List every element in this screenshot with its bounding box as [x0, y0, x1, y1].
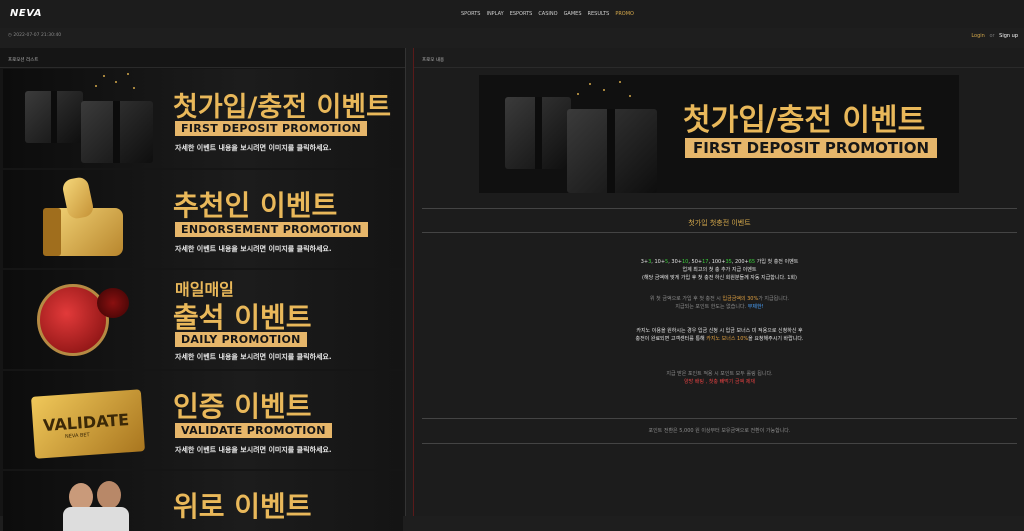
divider — [422, 232, 1017, 233]
promo-paragraph-2: 위 첫 금액으로 가입 후 첫 충전 시 입금금액의 30%가 지급됩니다. 지… — [649, 296, 790, 310]
banner-note: 자세한 이벤트 내용을 보시려면 이미지를 클릭하세요. — [175, 353, 332, 361]
nav-casino[interactable]: CASINO — [538, 11, 557, 17]
login-link[interactable]: Login — [971, 33, 985, 39]
clock: ◷ 2022-07-07 21:30:40 — [8, 33, 61, 38]
promo-banner-first-deposit[interactable]: 첫가입/충전 이벤트 FIRST DEPOSIT PROMOTION 자세한 이… — [3, 69, 403, 168]
auth-links: Login or Sign up — [971, 33, 1018, 39]
divider — [422, 443, 1017, 444]
p1-line2: 업계 최고의 첫 충 추가 지급 이벤트 — [682, 267, 757, 273]
rates-line: 3+3, 10+5, 30+10, 50+17, 100+35, 200+65 … — [640, 259, 799, 265]
banner-subtitle: DAILY PROMOTION — [175, 332, 307, 347]
banner-title: 인증 이벤트 — [173, 390, 312, 423]
divider — [422, 418, 1017, 419]
detail-banner-subtitle: FIRST DEPOSIT PROMOTION — [685, 138, 938, 158]
nav-results[interactable]: RESULTS — [588, 11, 610, 17]
promotion-detail-panel: 프로모 내용 첫가입/충전 이벤트 FIRST DEPOSIT PROMOTIO… — [413, 48, 1024, 516]
banner-note: 자세한 이벤트 내용을 보시려면 이미지를 클릭하세요. — [175, 446, 332, 454]
promotion-detail-title: 프로모 내용 — [414, 48, 1024, 68]
nav-esports[interactable]: ESPORTS — [510, 11, 533, 17]
promotion-list-panel: 프로모션 리스트 첫가입/충전 이벤트 FIRST DEPOSIT PROMOT… — [0, 48, 406, 531]
promo-banner-daily[interactable]: 매일매일 출석 이벤트 DAILY PROMOTION 자세한 이벤트 내용을 … — [3, 270, 403, 369]
detail-heading: 첫가입 첫충전 이벤트 — [688, 219, 751, 227]
or-text: or — [989, 33, 995, 39]
site-logo[interactable]: NEVA — [10, 8, 42, 19]
banner-subtitle: ENDORSEMENT PROMOTION — [175, 222, 368, 237]
nav-sports[interactable]: SPORTS — [461, 11, 480, 17]
banner-subtitle: FIRST DEPOSIT PROMOTION — [175, 121, 367, 136]
nav-promo[interactable]: PROMO — [615, 11, 634, 17]
banner-title: 추천인 이벤트 — [173, 189, 338, 222]
banner-title: 첫가입/충전 이벤트 — [173, 92, 391, 123]
promo-paragraph-4: 지급 받은 포인트 적용 시 포인트 모두 롤링 됩니다. 양방 배팅 , 첫충… — [666, 371, 773, 385]
banner-note: 자세한 이벤트 내용을 보시려면 이미지를 클릭하세요. — [175, 144, 332, 152]
promo-paragraph-1: 3+3, 10+5, 30+10, 50+17, 100+35, 200+65 … — [414, 258, 1024, 282]
nav-inplay[interactable]: INPLAY — [486, 11, 503, 17]
detail-banner-image: 첫가입/충전 이벤트 FIRST DEPOSIT PROMOTION — [479, 75, 959, 193]
footer-note: 포인트 전환은 5,000 원 이상부터 보유금액으로 전환이 가능합니다. — [648, 428, 791, 434]
top-navbar: NEVA SPORTS INPLAY ESPORTS CASINO GAMES … — [0, 0, 1024, 28]
promotion-list-title: 프로모션 리스트 — [0, 48, 405, 68]
promo-paragraph-3: 카지노 이용을 원하시는 경우 입금 신청 시 입금 보너스 미 적용으로 신청… — [635, 328, 804, 342]
promo-banner-endorsement[interactable]: 추천인 이벤트 ENDORSEMENT PROMOTION 자세한 이벤트 내용… — [3, 170, 403, 268]
banner-subtitle: VALIDATE PROMOTION — [175, 423, 332, 438]
main-nav: SPORTS INPLAY ESPORTS CASINO GAMES RESUL… — [461, 11, 634, 17]
promo-banner-validate[interactable]: VALIDATE NEVA BET 인증 이벤트 VALIDATE PROMOT… — [3, 371, 403, 469]
clock-icon: ◷ — [8, 33, 12, 38]
detail-banner-title: 첫가입/충전 이벤트 — [683, 103, 926, 138]
clock-text: 2022-07-07 21:30:40 — [13, 33, 62, 38]
banner-note: 자세한 이벤트 내용을 보시려면 이미지를 클릭하세요. — [175, 245, 332, 253]
divider — [422, 208, 1017, 209]
banner-title: 출석 이벤트 — [173, 301, 312, 334]
nav-games[interactable]: GAMES — [564, 11, 582, 17]
signup-link[interactable]: Sign up — [999, 33, 1018, 39]
p1-line3: (해당 금액에 맞게 가입 후 첫 충전 하신 회원분들께 자동 지급합니다. … — [642, 275, 797, 281]
banner-title: 위로 이벤트 — [173, 490, 312, 523]
promo-banner-consolation[interactable]: 위로 이벤트 — [3, 471, 403, 531]
